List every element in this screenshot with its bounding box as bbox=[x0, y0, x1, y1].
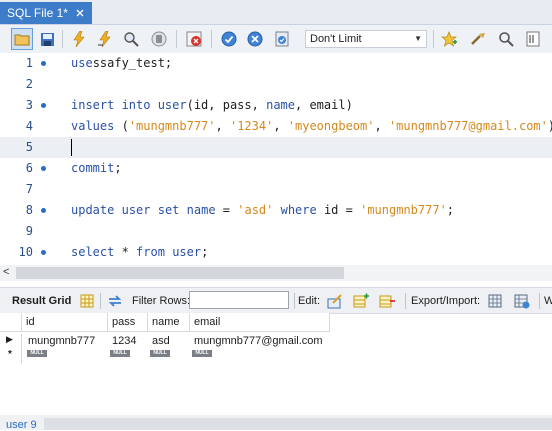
line-code: select * from user; bbox=[71, 245, 209, 259]
delete-row-icon[interactable] bbox=[378, 292, 396, 310]
column-header-email[interactable]: email bbox=[190, 313, 330, 332]
filter-rows-label: Filter Rows: bbox=[132, 294, 191, 307]
add-snippet-icon[interactable] bbox=[438, 28, 460, 50]
tab-title: SQL File 1* bbox=[7, 6, 68, 20]
sql-editor[interactable]: 1 usessafy_test; 2 3 insert into user(id, pa… bbox=[0, 53, 552, 265]
null-badge[interactable]: NULL bbox=[192, 350, 212, 357]
edit-row-icon[interactable] bbox=[326, 292, 344, 310]
save-icon[interactable] bbox=[36, 28, 58, 50]
line-number: 1 bbox=[25, 56, 33, 70]
cell-pass[interactable]: 1234 bbox=[110, 334, 136, 349]
table-row[interactable]: ▶ bbox=[0, 334, 22, 349]
toggle-error-icon[interactable] bbox=[183, 28, 205, 50]
cell-id[interactable]: mungmnb777 bbox=[26, 334, 95, 349]
scroll-left-icon[interactable]: < bbox=[3, 266, 9, 278]
column-header-name[interactable]: name bbox=[148, 313, 190, 332]
line-number: 10 bbox=[18, 245, 33, 259]
statement-marker-icon[interactable] bbox=[41, 166, 46, 171]
autocommit-icon[interactable] bbox=[271, 28, 293, 50]
line-code: usessafy_test; bbox=[71, 56, 173, 70]
editor-line-6[interactable]: 6 commit; bbox=[0, 158, 552, 179]
line-number: 2 bbox=[25, 77, 33, 91]
explain-icon[interactable] bbox=[120, 28, 142, 50]
statement-marker-icon[interactable] bbox=[41, 61, 46, 66]
editor-line-7[interactable]: 7 bbox=[0, 179, 552, 200]
column-header-id[interactable]: id bbox=[22, 313, 108, 332]
editor-line-9[interactable]: 9 bbox=[0, 221, 552, 242]
find-icon[interactable] bbox=[495, 28, 517, 50]
limit-rows-select[interactable]: Don't Limit ▼ bbox=[305, 30, 427, 48]
line-code: update user set name = 'asd' where id = … bbox=[71, 203, 455, 217]
editor-horizontal-scrollbar[interactable]: < bbox=[0, 265, 552, 281]
result-tabs-bar: user 9 bbox=[0, 415, 552, 431]
line-number: 9 bbox=[25, 224, 33, 238]
rollback-icon[interactable] bbox=[244, 28, 266, 50]
result-toolbar: Result Grid Filter Rows: Edit: Export/Im… bbox=[0, 287, 552, 314]
editor-line-8[interactable]: 8 update user set name = 'asd' where id =… bbox=[0, 200, 552, 221]
edit-label: Edit: bbox=[298, 294, 321, 307]
line-code: values ('mungmnb777', '1234', 'myeongbeo… bbox=[71, 119, 552, 133]
statement-marker-icon[interactable] bbox=[41, 250, 46, 255]
beautify-icon[interactable] bbox=[467, 28, 489, 50]
line-number: 3 bbox=[25, 98, 33, 112]
insert-row-icon[interactable] bbox=[352, 292, 370, 310]
line-number: 7 bbox=[25, 182, 33, 196]
stop-icon[interactable] bbox=[148, 28, 170, 50]
line-number: 6 bbox=[25, 161, 33, 175]
new-row-icon: * bbox=[8, 349, 12, 360]
close-icon[interactable] bbox=[74, 7, 86, 19]
wrap-icon[interactable] bbox=[522, 28, 544, 50]
null-badge[interactable]: NULL bbox=[110, 350, 130, 357]
editor-line-10[interactable]: 10 select * from user; bbox=[0, 242, 552, 263]
scrollbar-thumb[interactable] bbox=[16, 267, 344, 279]
statement-marker-icon[interactable] bbox=[41, 208, 46, 213]
grid-view-icon[interactable] bbox=[78, 292, 96, 310]
tab-sql-file[interactable]: SQL File 1* bbox=[0, 2, 92, 24]
dropdown-arrow-icon: ▼ bbox=[414, 34, 422, 43]
column-header-pass[interactable]: pass bbox=[108, 313, 148, 332]
export-icon[interactable] bbox=[487, 292, 505, 310]
line-code: insert into user(id, pass, name, email) bbox=[71, 98, 353, 112]
statement-marker-icon[interactable] bbox=[41, 103, 46, 108]
tab-strip: SQL File 1* bbox=[0, 0, 552, 25]
line-number: 5 bbox=[25, 140, 33, 154]
cell-name[interactable]: asd bbox=[150, 334, 170, 349]
line-code: commit; bbox=[71, 161, 122, 175]
wrap-cell-label[interactable]: W bbox=[544, 288, 552, 313]
export-import-label: Export/Import: bbox=[411, 294, 481, 307]
commit-icon[interactable] bbox=[218, 28, 240, 50]
result-grid-label[interactable]: Result Grid bbox=[12, 288, 71, 313]
editor-line-5[interactable]: 5 bbox=[0, 137, 552, 158]
execute-icon[interactable] bbox=[68, 28, 90, 50]
editor-line-3[interactable]: 3 insert into user(id, pass, name, email) bbox=[0, 95, 552, 116]
line-number: 8 bbox=[25, 203, 33, 217]
editor-line-1[interactable]: 1 usessafy_test; bbox=[0, 53, 552, 74]
editor-line-2[interactable]: 2 bbox=[0, 74, 552, 95]
line-number: 4 bbox=[25, 119, 33, 133]
current-row-icon: ▶ bbox=[6, 334, 13, 344]
cell-email[interactable]: mungmnb777@gmail.com bbox=[192, 334, 323, 349]
row-header-corner bbox=[0, 313, 22, 332]
sql-editor-toolbar: Don't Limit ▼ bbox=[0, 25, 552, 54]
limit-rows-value: Don't Limit bbox=[310, 33, 362, 45]
null-badge[interactable]: NULL bbox=[27, 350, 47, 357]
null-badge[interactable]: NULL bbox=[150, 350, 170, 357]
bottom-scrollbar-thumb[interactable] bbox=[44, 418, 552, 430]
open-folder-icon[interactable] bbox=[11, 28, 33, 50]
result-tab[interactable]: user 9 bbox=[6, 419, 37, 431]
new-row[interactable]: * bbox=[0, 349, 22, 364]
filter-rows-input[interactable] bbox=[189, 291, 289, 309]
text-caret bbox=[71, 139, 72, 156]
refresh-icon[interactable] bbox=[106, 292, 124, 310]
execute-current-icon[interactable] bbox=[94, 28, 116, 50]
editor-line-4[interactable]: 4 values ('mungmnb777', '1234', 'myeongbe… bbox=[0, 116, 552, 137]
import-icon[interactable] bbox=[513, 292, 531, 310]
